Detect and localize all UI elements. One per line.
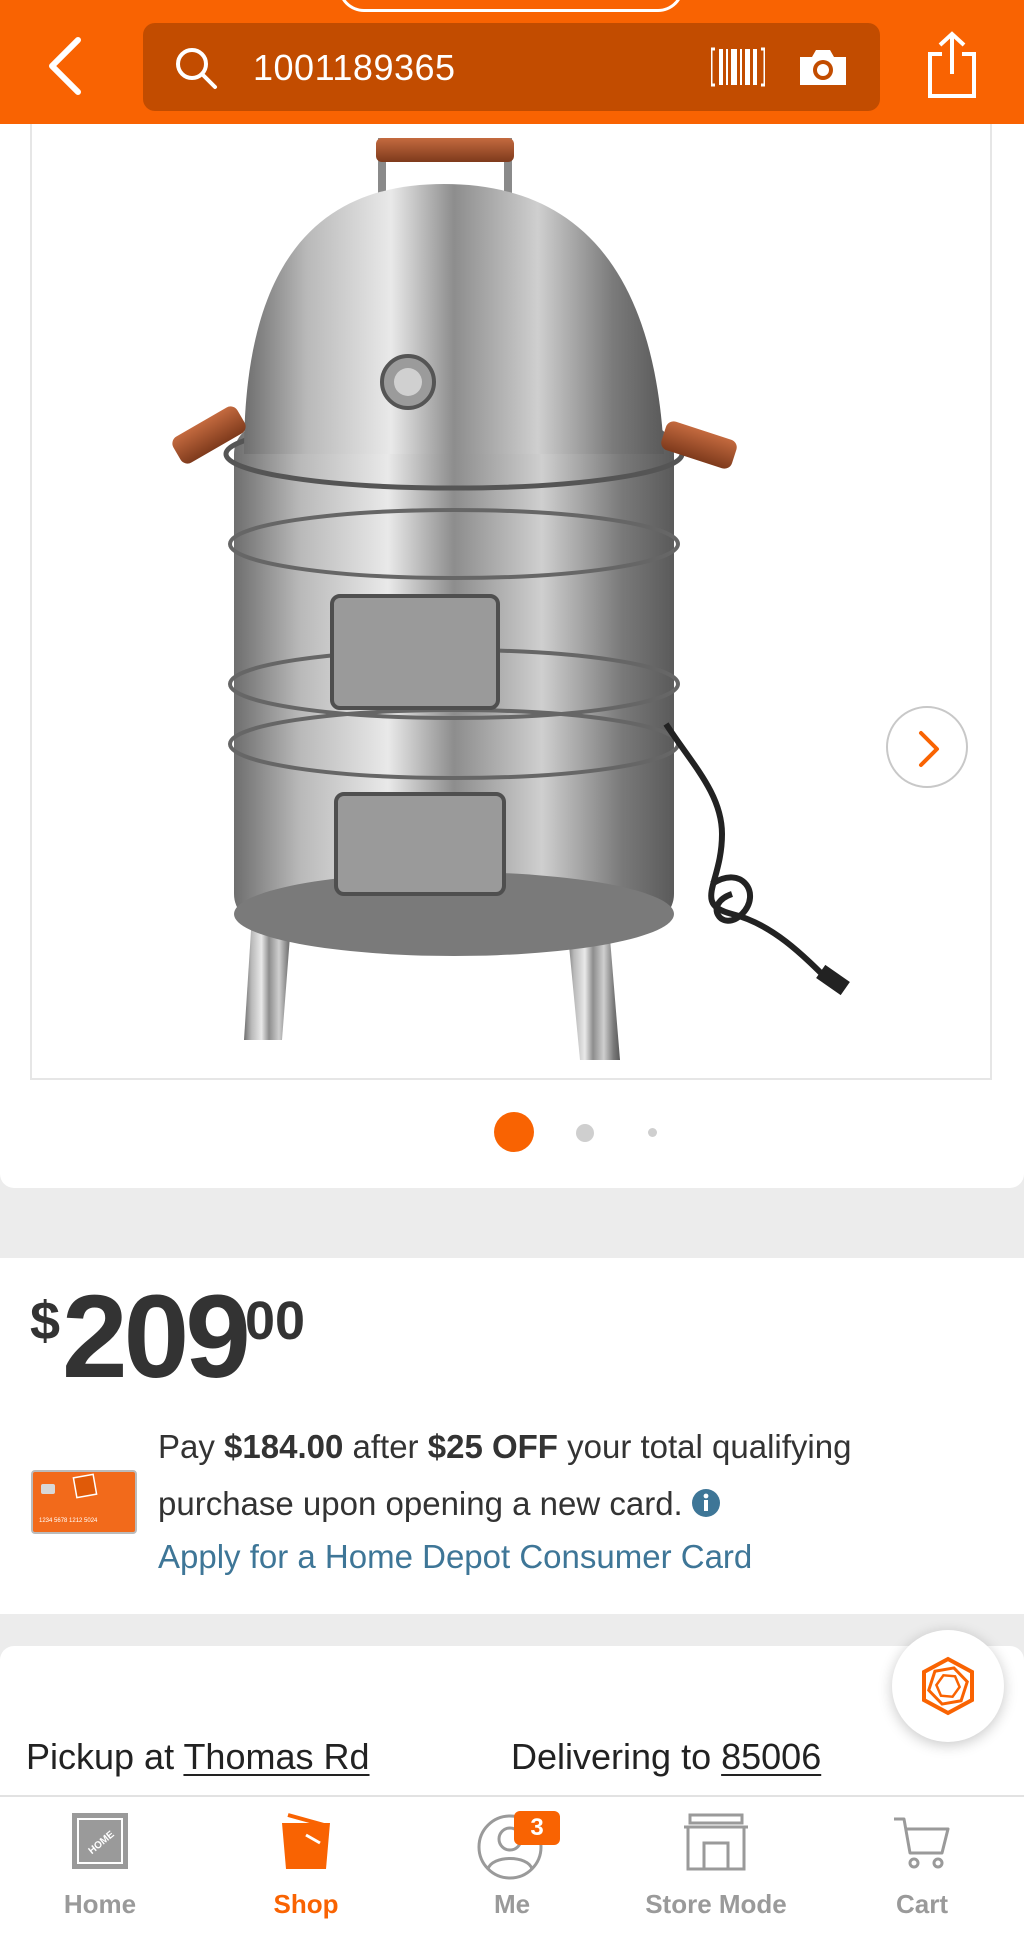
share-icon [928,31,976,98]
pickup-store-link[interactable]: Thomas Rd [183,1736,369,1777]
product-image[interactable] [32,124,992,1080]
chat-assistant-button[interactable] [892,1630,1004,1742]
top-bar: 1001189365 [0,0,1024,124]
notification-badge: 3 [514,1811,560,1845]
search-input[interactable]: 1001189365 [253,47,456,89]
product-image-frame[interactable] [30,124,992,1080]
pagination-dot-active[interactable] [494,1112,534,1152]
nav-store-mode[interactable]: Store Mode [626,1797,806,1938]
shopping-bucket-icon [282,1813,330,1869]
pickup-info: Pickup at Thomas Rd [26,1736,370,1777]
home-depot-logo-icon: HOME [72,1813,128,1869]
bottom-nav: HOME Home Shop 3 Me Store Mode Cart [0,1795,1024,1938]
chevron-right-icon [919,731,939,767]
share-button[interactable] [924,30,980,100]
back-button[interactable] [40,32,96,96]
price-dollars: 209 [62,1271,251,1403]
nav-cart-label: Cart [895,1889,948,1919]
nav-shop-label: Shop [273,1889,339,1919]
cart-icon [894,1817,950,1869]
barcode-icon[interactable] [711,45,765,89]
info-icon[interactable] [691,1488,721,1518]
camera-icon[interactable] [798,47,848,87]
nav-home-label: Home [63,1889,137,1919]
gallery-pagination [0,1112,1024,1152]
promo-text-line1: Pay $184.00 after $25 OFF your total qua… [158,1428,852,1465]
pagination-dot[interactable] [648,1128,657,1137]
nav-cart[interactable]: Cart [832,1797,1012,1938]
hexagon-logo-icon [922,1656,974,1716]
price-cents: 00 [245,1291,306,1351]
delivery-zip-link[interactable]: 85006 [721,1736,821,1777]
card-number-text: 1234 5678 1212 5024 [39,1518,98,1524]
back-icon [49,37,81,95]
product-page: 1001189365 $ 209 00 1234 5678 1212 5024 … [0,0,1024,1938]
price-currency: $ [30,1291,61,1351]
store-icon [684,1813,748,1871]
nav-me[interactable]: 3 Me [422,1797,602,1938]
nav-me-label: Me [493,1889,531,1919]
nav-store-mode-label: Store Mode [645,1889,787,1919]
image-gallery [0,124,1024,1188]
delivery-info: Delivering to 85006 [511,1736,822,1777]
status-notch [338,0,684,12]
search-bar[interactable]: 1001189365 [143,23,880,111]
next-image-button[interactable] [886,706,968,788]
credit-card-image: 1234 5678 1212 5024 [31,1470,137,1534]
promo-text-line2: purchase upon opening a new card. [158,1485,721,1523]
apply-card-link[interactable]: Apply for a Home Depot Consumer Card [158,1538,752,1576]
pagination-dot[interactable] [576,1124,594,1142]
nav-shop[interactable]: Shop [216,1797,396,1938]
search-icon [176,48,217,89]
nav-home[interactable]: HOME Home [10,1797,190,1938]
